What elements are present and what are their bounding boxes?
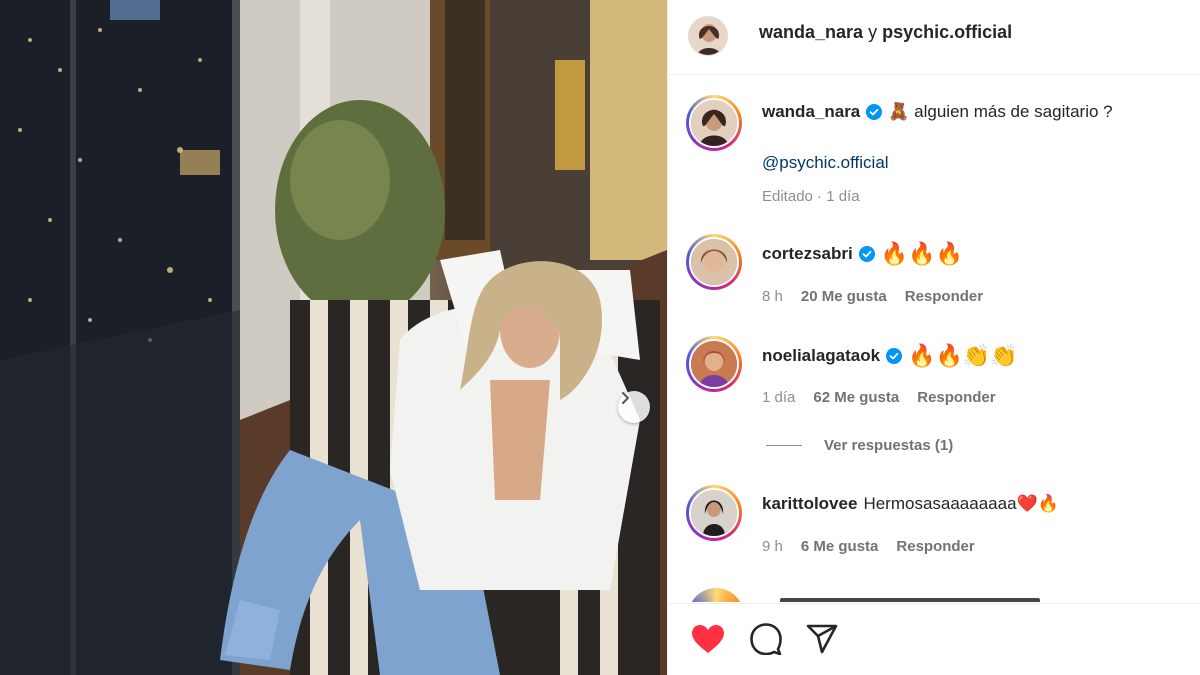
comment-username[interactable]: noelialagataok — [762, 346, 880, 366]
header-username-1[interactable]: wanda_nara — [759, 22, 863, 42]
header-username-2[interactable]: psychic.official — [882, 22, 1012, 42]
comment-likes[interactable]: 6 Me gusta — [801, 538, 879, 555]
post-details-panel: wanda_nara y psychic.official wanda_nara… — [667, 0, 1200, 675]
author-avatar[interactable] — [688, 16, 728, 56]
comment-text: 🔥🔥👏👏 — [908, 343, 1018, 368]
comment-time: 8 h — [762, 288, 783, 305]
caption-avatar[interactable] — [686, 95, 742, 151]
comment-text-cutoff — [780, 598, 1040, 602]
comment-button[interactable] — [748, 622, 784, 660]
post-photo[interactable] — [0, 0, 667, 675]
view-replies-label: Ver respuestas (1) — [824, 437, 954, 454]
reply-button[interactable]: Responder — [917, 389, 995, 406]
comment-time: 1 día — [762, 389, 796, 406]
verified-badge-icon — [858, 246, 875, 262]
comment-likes[interactable]: 20 Me gusta — [801, 288, 887, 305]
post-action-bar — [668, 603, 1200, 675]
comment-text: Hermosasaaaaaaaa❤️🔥 — [863, 494, 1059, 513]
comment-likes[interactable]: 62 Me gusta — [813, 389, 899, 406]
comment-avatar[interactable] — [688, 588, 744, 602]
comment-text: 🔥🔥🔥 — [880, 241, 963, 266]
caption-text: 🧸 alguien más de sagitario ? — [888, 102, 1113, 121]
heart-filled-icon — [691, 624, 725, 659]
like-button[interactable] — [690, 623, 726, 659]
comment-avatar[interactable] — [686, 485, 742, 541]
comment-avatar[interactable] — [686, 234, 742, 290]
paper-plane-icon — [806, 624, 838, 659]
post-header: wanda_nara y psychic.official — [668, 0, 1200, 75]
header-joiner: y — [868, 22, 878, 42]
reply-button[interactable]: Responder — [905, 288, 983, 305]
share-button[interactable] — [804, 623, 840, 659]
caption-mention-link[interactable]: @psychic.official — [762, 153, 889, 173]
comment-time: 9 h — [762, 538, 783, 555]
view-replies-button[interactable]: Ver respuestas (1) — [766, 437, 953, 454]
comment-meta: 8 h 20 Me gusta Responder — [762, 288, 983, 305]
reply-button[interactable]: Responder — [896, 538, 974, 555]
comment-username[interactable]: cortezsabri — [762, 244, 853, 264]
comment-username[interactable]: karittolovee — [762, 494, 857, 514]
post-header-title: wanda_nara y psychic.official — [759, 22, 1012, 43]
caption-line: wanda_nara 🧸 alguien más de sagitario ? — [762, 102, 1113, 122]
verified-badge-icon — [866, 104, 883, 120]
comment-avatar[interactable] — [686, 336, 742, 392]
comment-meta: 1 día 62 Me gusta Responder — [762, 389, 996, 406]
replies-divider — [766, 445, 802, 446]
speech-bubble-icon — [750, 622, 782, 660]
comment-item-cutoff — [688, 588, 1200, 602]
verified-badge-icon — [886, 348, 903, 364]
comment-meta: 9 h 6 Me gusta Responder — [762, 538, 975, 555]
carousel-next-button[interactable] — [618, 391, 650, 423]
caption-meta: Editado · 1 día — [762, 188, 860, 205]
photo-illustration — [0, 0, 667, 675]
caption-username[interactable]: wanda_nara — [762, 102, 860, 122]
